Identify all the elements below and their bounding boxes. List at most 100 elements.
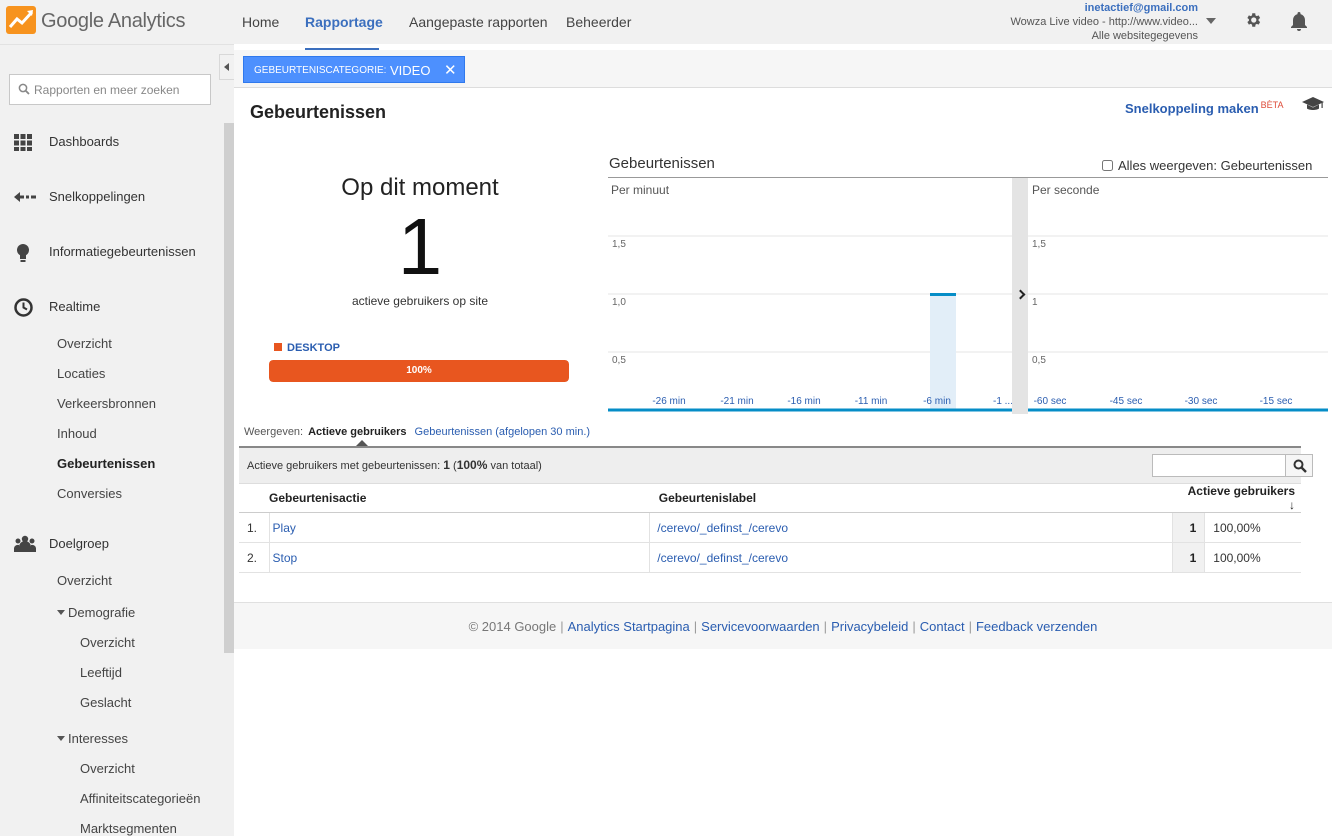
x-tick-label: -15 sec: [1260, 396, 1293, 407]
sidebar-item-interests-overview[interactable]: Overzicht: [80, 761, 135, 776]
sidebar-item-demographics-overview[interactable]: Overzicht: [80, 635, 135, 650]
sidebar-item-audience-overview[interactable]: Overzicht: [57, 573, 112, 588]
account-dropdown-icon[interactable]: [1206, 18, 1216, 24]
bell-icon[interactable]: [1289, 10, 1309, 32]
bar: [930, 293, 956, 296]
sidebar-item-realtime-overview[interactable]: Overzicht: [57, 336, 112, 351]
sidebar-item-content[interactable]: Inhoud: [57, 426, 97, 441]
y-tick-label: 1: [1032, 297, 1038, 308]
chart-per-minute[interactable]: 0,5 1,0 1,5 -26 min -21 min -16 min -11 min -6 …: [608, 178, 1012, 414]
shortcut-arrow-icon: [14, 192, 36, 202]
active-users-caption: actieve gebruikers op site: [351, 294, 489, 308]
column-header-label[interactable]: Gebeurtenislabel: [649, 484, 1173, 513]
account-view: Alle websitegegevens: [1091, 30, 1198, 42]
collapse-sidebar-button[interactable]: [219, 54, 234, 80]
sidebar-item-conversions[interactable]: Conversies: [57, 486, 122, 501]
nav-reporting[interactable]: Rapportage: [305, 14, 383, 30]
filter-chip[interactable]: GEBEURTENISCATEGORIE: VIDEO ✕: [243, 56, 465, 83]
lightbulb-icon: [17, 244, 29, 262]
sidebar-item-audience[interactable]: Doelgroep: [0, 529, 224, 559]
sidebar-item-demographics[interactable]: Demografie: [57, 605, 135, 620]
filter-key: GEBEURTENISCATEGORIE:: [254, 65, 387, 76]
sidebar-item-interests[interactable]: Interesses: [57, 731, 128, 746]
x-tick-label: -30 sec: [1185, 396, 1218, 407]
main-content: GEBEURTENISCATEGORIE: VIDEO ✕ Gebeurteni…: [234, 44, 1332, 836]
column-header-action[interactable]: Gebeurtenisactie: [239, 484, 650, 513]
create-shortcut-link[interactable]: Snelkoppeling maken BÈTA: [1125, 100, 1284, 116]
tab-active-users[interactable]: Actieve gebruikers: [308, 426, 406, 438]
tab-events-30min[interactable]: Gebeurtenissen (afgelopen 30 min.): [415, 426, 591, 438]
active-users-value: 1: [1172, 512, 1206, 543]
sidebar-item-shortcuts[interactable]: Snelkoppelingen: [0, 182, 224, 212]
y-tick-label: 0,5: [1032, 355, 1046, 366]
beta-badge: BÈTA: [1260, 100, 1284, 110]
nav-home[interactable]: Home: [242, 14, 279, 30]
report-search-input[interactable]: [34, 81, 204, 99]
nav-custom-reports[interactable]: Aangepaste rapporten: [409, 14, 548, 30]
x-tick-label: -16 min: [787, 396, 820, 407]
events-table-container: Actieve gebruikers met gebeurtenissen: 1…: [239, 446, 1313, 573]
nav-admin[interactable]: Beheerder: [566, 14, 631, 30]
y-tick-label: 1,0: [612, 297, 626, 308]
device-legend: DESKTOP: [274, 342, 340, 354]
chart-per-second[interactable]: 0,5 1 1,5 -60 sec -45 sec -30 sec -15 sec: [1028, 178, 1328, 414]
sidebar-scrollbar[interactable]: [224, 123, 234, 653]
expand-chart-button[interactable]: [1012, 178, 1028, 414]
sidebar-item-dashboards[interactable]: Dashboards: [0, 127, 224, 157]
table-search-input[interactable]: [1152, 454, 1286, 477]
x-tick-label: -6 min: [923, 396, 951, 407]
bar-highlight: [930, 294, 956, 410]
event-action-link[interactable]: Play: [269, 512, 650, 543]
footer-link-feedback[interactable]: Feedback verzenden: [976, 619, 1097, 634]
sidebar-item-affinity-categories[interactable]: Affiniteitscategorieën: [80, 791, 200, 806]
table-row: 2. Stop /cerevo/_definst_/cerevo 1 100,0…: [239, 542, 1301, 573]
graduation-cap-icon[interactable]: [1302, 96, 1324, 112]
footer-link-terms[interactable]: Servicevoorwaarden: [701, 619, 820, 634]
x-tick-label: -45 sec: [1110, 396, 1143, 407]
table-search-button[interactable]: [1285, 454, 1313, 477]
close-icon[interactable]: ✕: [444, 61, 457, 79]
analytics-logo[interactable]: Google Analytics: [6, 6, 206, 36]
event-action-link[interactable]: Stop: [269, 542, 650, 573]
x-tick-label: -1 ...: [993, 396, 1012, 407]
row-number: 2.: [239, 542, 270, 573]
sidebar-item-traffic-sources[interactable]: Verkeersbronnen: [57, 396, 156, 411]
charts-title: Gebeurtenissen: [609, 155, 715, 172]
y-tick-label: 1,5: [1032, 239, 1046, 250]
active-users-percent: 100,00%: [1204, 542, 1301, 573]
view-tabs: Weergeven: Actieve gebruikers Gebeurteniss…: [244, 426, 590, 438]
event-label-link[interactable]: /cerevo/_definst_/cerevo: [649, 512, 1173, 543]
footer-link-privacy[interactable]: Privacybeleid: [831, 619, 908, 634]
gear-icon[interactable]: [1244, 11, 1262, 29]
sidebar-item-locations[interactable]: Locaties: [57, 366, 105, 381]
sidebar-item-intelligence-events[interactable]: Informatiegebeurtenissen: [0, 237, 224, 267]
show-all-checkbox[interactable]: Alles weergeven: Gebeurtenissen: [1102, 158, 1312, 173]
sort-descending-icon: ↓: [1289, 498, 1295, 512]
sidebar-item-market-segments[interactable]: Marktsegmenten: [80, 821, 177, 836]
column-header-active-users[interactable]: Actieve gebruikers↓: [1172, 484, 1301, 513]
search-icon: [1293, 459, 1307, 473]
x-tick-label: -26 min: [652, 396, 685, 407]
account-property: Wowza Live video - http://www.video...: [1010, 16, 1199, 28]
event-label-link[interactable]: /cerevo/_definst_/cerevo: [649, 542, 1173, 573]
footer-link-contact[interactable]: Contact: [920, 619, 965, 634]
top-bar: Google Analytics Home Rapportage Aangepa…: [0, 0, 1332, 44]
filter-bar: GEBEURTENISCATEGORIE: VIDEO ✕: [234, 50, 1332, 88]
sidebar-item-events[interactable]: Gebeurtenissen: [57, 456, 155, 471]
device-share-percent: 100%: [406, 365, 432, 376]
sidebar-item-gender[interactable]: Geslacht: [80, 695, 131, 710]
table-row: 1. Play /cerevo/_definst_/cerevo 1 100,0…: [239, 512, 1301, 543]
summary-text: Actieve gebruikers met gebeurtenissen: 1…: [247, 458, 542, 472]
footer-link-analytics-home[interactable]: Analytics Startpagina: [568, 619, 690, 634]
active-users-value: 1: [1172, 542, 1206, 573]
y-tick-label: 1,5: [612, 239, 626, 250]
footer: © 2014 Google | Analytics Startpagina | Serv…: [234, 602, 1332, 649]
grid-icon: [14, 134, 32, 151]
sidebar-item-realtime[interactable]: Realtime: [0, 292, 224, 322]
device-share-bar: 100%: [269, 360, 569, 382]
report-search[interactable]: [9, 74, 211, 105]
sidebar-item-age[interactable]: Leeftijd: [80, 665, 122, 680]
account-selector[interactable]: inetactief@gmail.com Wowza Live video - …: [1011, 1, 1199, 43]
row-number: 1.: [239, 512, 270, 543]
show-all-input[interactable]: [1102, 160, 1113, 171]
